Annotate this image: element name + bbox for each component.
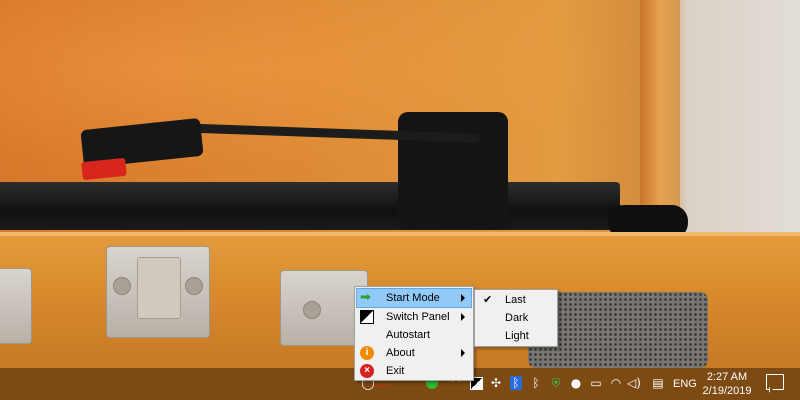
menu-item-start-mode[interactable]: ➡ Start Mode [356,288,472,308]
cartridge [81,157,127,181]
battery-icon[interactable]: ▭ [588,375,604,391]
menu-item-exit[interactable]: × Exit [357,362,471,380]
green-arrow-icon: ➡ [360,290,371,305]
submenu-item-label: Last [505,294,526,306]
turntable-lid-edge [640,0,680,235]
latch-left [0,268,32,344]
latch-clasp [137,257,181,319]
menu-item-label: About [386,347,415,359]
tonearm-base [398,112,508,230]
menu-item-label: Switch Panel [386,311,450,323]
notification-center-icon[interactable] [766,374,784,390]
dropbox-icon[interactable]: ✣ [488,375,504,391]
screw [185,277,203,295]
submenu-arrow-icon [461,349,465,357]
menu-item-switch-panel[interactable]: Switch Panel [357,308,471,326]
info-icon: i [360,346,374,360]
exit-icon: × [360,364,374,378]
menu-item-autostart[interactable]: Autostart [357,326,471,344]
menu-item-label: Autostart [386,329,431,341]
volume-icon[interactable]: ◁) [626,375,642,391]
submenu-arrow-icon [461,313,465,321]
keyboard-icon[interactable]: ▤ [648,375,668,391]
menu-item-label: Exit [386,365,405,377]
shield-icon[interactable]: ⛨ [548,375,564,391]
wifi-icon[interactable]: ◠ [608,375,624,391]
turntable-platter [0,182,620,230]
clock-time[interactable]: 2:27 AM [701,371,753,383]
submenu-arrow-icon [461,294,465,302]
submenu-item-last[interactable]: ✔ Last [477,291,555,309]
screw [303,301,321,319]
submenu-item-dark[interactable]: Dark [477,309,555,327]
start-mode-submenu: ✔ Last Dark Light [474,289,558,347]
submenu-item-label: Dark [505,312,529,324]
bluetooth-icon[interactable]: ᛒ [508,375,524,391]
water-drop-icon[interactable]: ● [568,375,584,391]
tray-context-menu: ➡ Start Mode Switch Panel Autostart i Ab… [354,286,474,381]
tray-red-label: ▪ ▪ ▪ [376,381,389,390]
submenu-item-label: Light [505,330,529,342]
language-indicator[interactable]: ENG [673,378,697,390]
screw [113,277,131,295]
menu-item-about[interactable]: i About [357,344,471,362]
clock-date[interactable]: 2/19/2019 [701,385,753,397]
panel-icon [360,310,374,324]
checkmark-icon: ✔ [483,293,493,306]
submenu-item-light[interactable]: Light [477,327,555,345]
latch-middle [106,246,210,338]
menu-item-label: Start Mode [386,292,440,304]
bluetooth-icon[interactable]: ᛒ [528,375,544,391]
